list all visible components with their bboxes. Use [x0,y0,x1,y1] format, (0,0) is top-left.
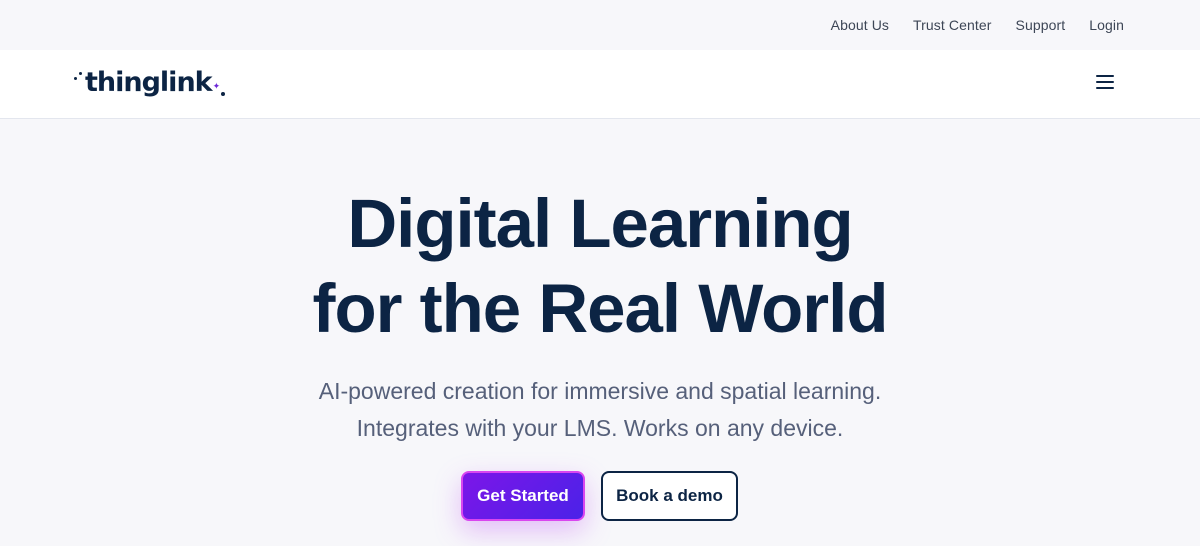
hamburger-menu-icon[interactable] [1096,74,1114,90]
hero-title: Digital Learning for the Real World [0,181,1200,351]
hero-subtitle-line-1: AI-powered creation for immersive and sp… [318,378,882,404]
hero-subtitle: AI-powered creation for immersive and sp… [0,373,1200,447]
support-link[interactable]: Support [1016,17,1066,33]
book-demo-button[interactable]: Book a demo [601,471,738,521]
logo-sparkle-icon: ✦ [212,81,221,91]
logo-period-icon [221,92,226,96]
hero-title-line-1: Digital Learning [347,185,853,262]
get-started-button[interactable]: Get Started [461,471,585,521]
hero-title-line-2: for the Real World [312,270,889,347]
hero-section: Digital Learning for the Real World AI-p… [0,119,1200,521]
hero-subtitle-line-2: Integrates with your LMS. Works on any d… [356,415,844,441]
about-us-link[interactable]: About Us [831,17,889,33]
logo-dots-icon [73,63,85,93]
login-link[interactable]: Login [1089,17,1124,33]
trust-center-link[interactable]: Trust Center [913,17,991,33]
thinglink-logo[interactable]: thinglink ✦ [73,63,226,103]
cta-group: Get Started Book a demo [0,471,1200,521]
top-utility-bar: About Us Trust Center Support Login [0,0,1200,50]
main-navbar: thinglink ✦ [0,50,1200,119]
logo-wordmark: thinglink [85,67,213,98]
